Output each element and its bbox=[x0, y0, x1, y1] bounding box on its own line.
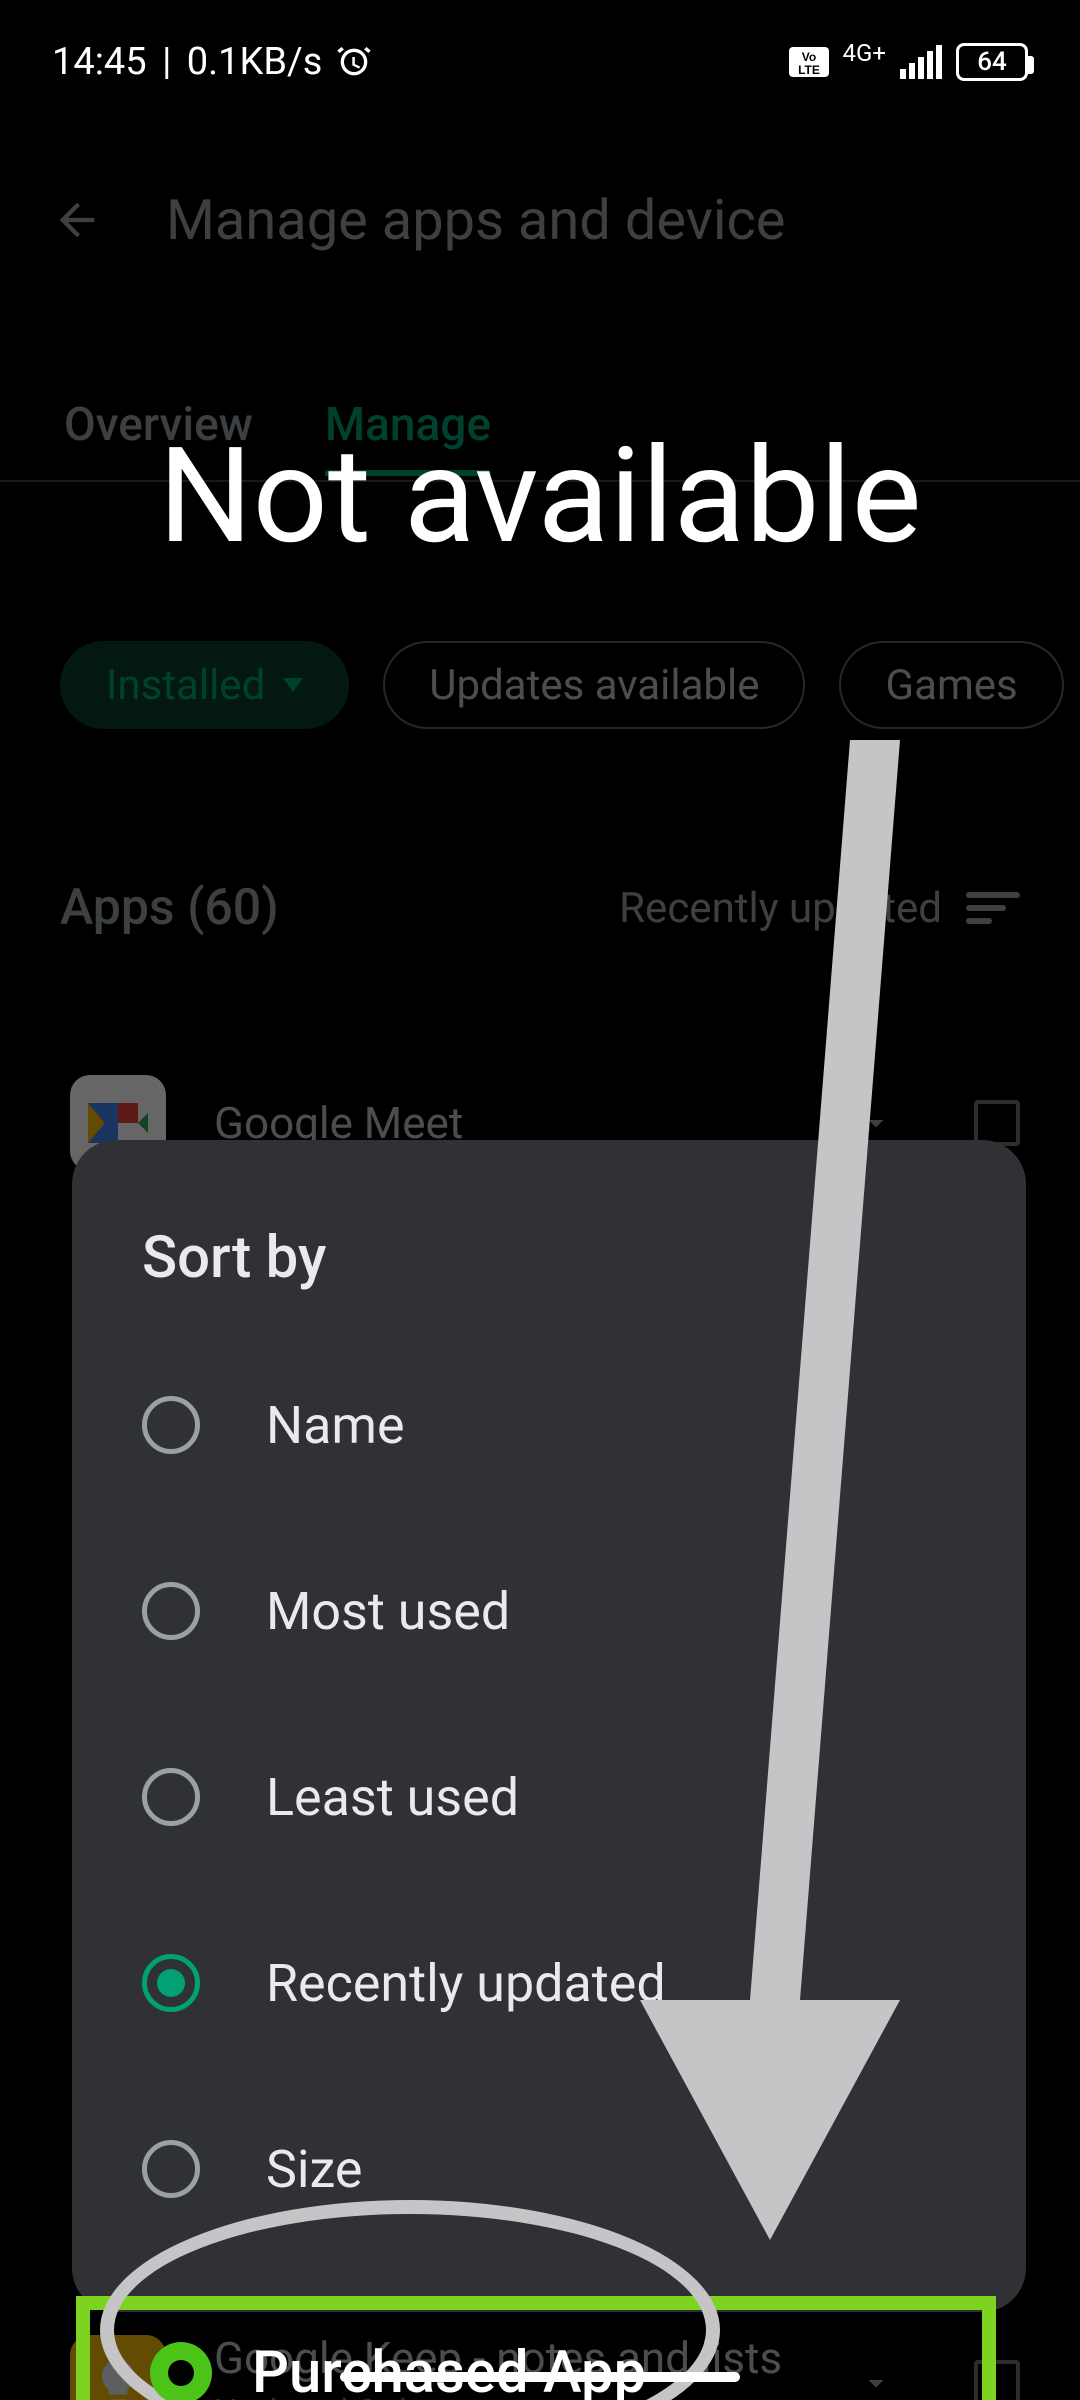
sort-option-recently-updated[interactable]: Recently updated bbox=[72, 1890, 1026, 2076]
sort-option-least-used[interactable]: Least used bbox=[72, 1704, 1026, 1890]
dialog-title: Sort by bbox=[72, 1224, 1026, 1332]
sort-dialog: Sort by Name Most used Least used Recent… bbox=[72, 1140, 1026, 2312]
svg-text:Vo: Vo bbox=[801, 50, 815, 64]
battery-icon: 64 bbox=[956, 43, 1028, 81]
status-bar: 14:45 | 0.1KB/s VoLTE 4G+ 64 bbox=[0, 0, 1080, 95]
radio-icon bbox=[142, 2140, 200, 2198]
radio-icon bbox=[142, 1954, 200, 2012]
volte-icon: VoLTE bbox=[789, 47, 829, 77]
radio-icon bbox=[142, 1396, 200, 1454]
alarm-icon bbox=[334, 42, 374, 82]
sort-option-name[interactable]: Name bbox=[72, 1332, 1026, 1518]
radio-icon bbox=[142, 1768, 200, 1826]
gesture-nav-bar[interactable] bbox=[340, 2372, 740, 2382]
status-time: 14:45 bbox=[52, 40, 147, 84]
sort-option-most-used[interactable]: Most used bbox=[72, 1518, 1026, 1704]
sort-option-size[interactable]: Size bbox=[72, 2076, 1026, 2262]
status-net-speed: 0.1KB/s bbox=[187, 40, 323, 84]
svg-text:LTE: LTE bbox=[798, 63, 820, 77]
signal-icon bbox=[900, 45, 942, 79]
battery-pct: 64 bbox=[977, 47, 1007, 77]
network-label: 4G+ bbox=[843, 39, 886, 67]
radio-icon bbox=[142, 1582, 200, 1640]
